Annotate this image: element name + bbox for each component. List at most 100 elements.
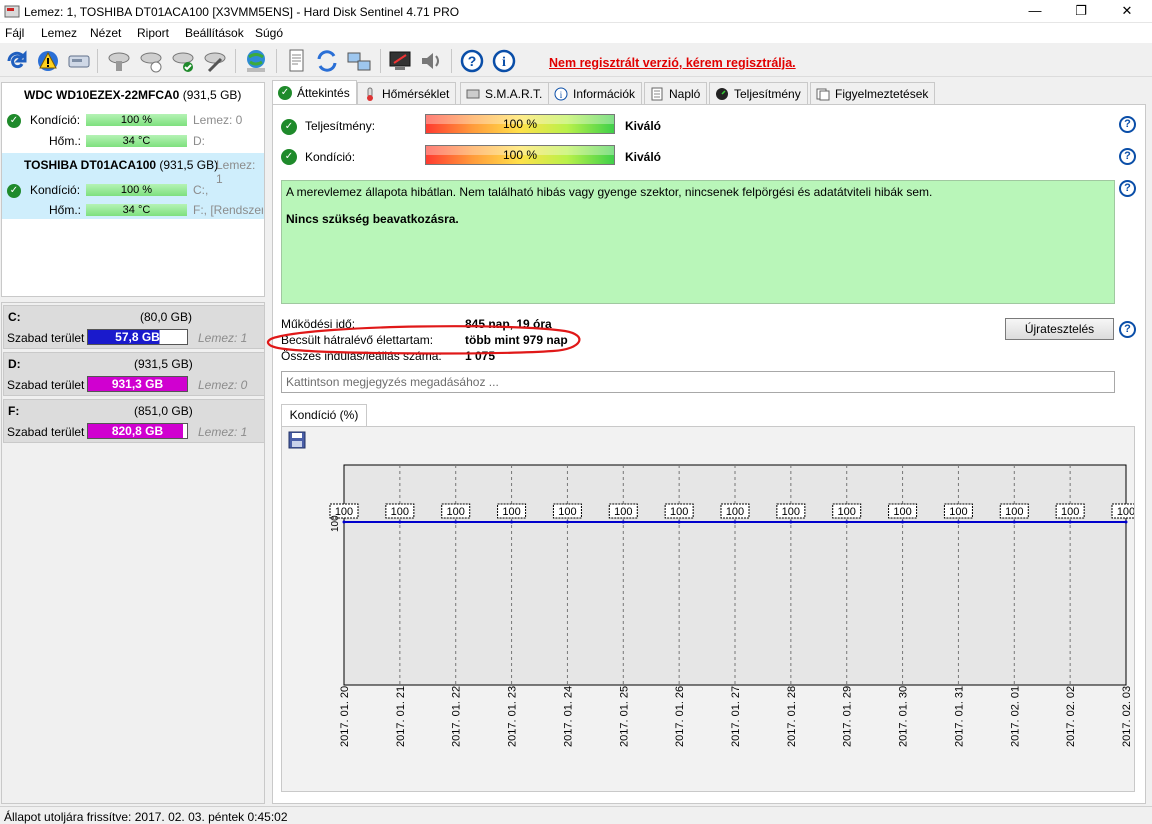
status-text: Állapot utoljára frissítve: 2017. 02. 03…: [4, 810, 288, 824]
tab-label: Napló: [669, 87, 701, 101]
help-icon[interactable]: ?: [458, 47, 486, 75]
disk-ref: Lemez: 1: [216, 158, 256, 186]
menu-view[interactable]: Nézet: [90, 26, 121, 40]
data-label: 100: [949, 506, 967, 518]
volume-c[interactable]: C: (80,0 GB) Szabad terület 57,8 GB Leme…: [3, 305, 265, 349]
menu-bar: Fájl Lemez Nézet Riport Beállítások Súgó: [0, 23, 1152, 43]
register-link[interactable]: Nem regisztrált verzió, kérem regisztrál…: [549, 56, 796, 70]
window-title: Lemez: 1, TOSHIBA DT01ACA100 [X3VMM5ENS]…: [24, 5, 460, 19]
performance-label: Teljesítmény:: [305, 119, 376, 133]
data-label: 100: [558, 506, 576, 518]
tab-log[interactable]: Napló: [644, 82, 708, 104]
help-icon[interactable]: ?: [1119, 321, 1136, 338]
info-icon[interactable]: i: [490, 47, 518, 75]
disk-tools-icon[interactable]: [201, 47, 229, 75]
x-tick-label: 2017. 02. 02: [1065, 686, 1077, 747]
tab-smart[interactable]: S.M.A.R.T.: [460, 82, 550, 104]
condition-bar: 100 %: [425, 145, 615, 165]
disk-name: WDC WD10EZEX-22MFCA0 (931,5 GB): [24, 88, 241, 102]
close-button[interactable]: ✕: [1104, 0, 1150, 23]
condition-chart: 2017. 01. 20 2017. 01. 21 2017. 01. 22 2017…: [329, 464, 1134, 747]
status-message-box: A merevlemez állapota hibátlan. Nem talá…: [281, 180, 1115, 304]
x-tick-label: 2017. 01. 26: [674, 686, 686, 747]
free-space-bar: 820,8 GB: [87, 423, 188, 439]
smart-icon: [466, 89, 480, 99]
sync-icon[interactable]: [313, 47, 341, 75]
disk-entry-wdc[interactable]: WDC WD10EZEX-22MFCA0 (931,5 GB) ✓ Kondíc…: [2, 83, 264, 151]
disk-test-icon[interactable]: [105, 47, 133, 75]
disk-check-icon[interactable]: [137, 47, 165, 75]
tab-temperature[interactable]: Hőmérséklet: [357, 82, 457, 104]
tab-overview[interactable]: ✓ Áttekintés: [272, 80, 357, 104]
info-icon: i: [554, 87, 568, 101]
tab-performance[interactable]: Teljesítmény: [709, 82, 808, 104]
tab-label: Hőmérséklet: [382, 87, 450, 101]
tab-information[interactable]: i Információk: [548, 82, 643, 104]
tab-label: S.M.A.R.T.: [485, 87, 543, 101]
chart-tab[interactable]: Kondíció (%): [281, 404, 367, 426]
alerts-icon: [816, 88, 830, 101]
performance-bar: 100 %: [425, 114, 615, 134]
disk-drive-icon[interactable]: [65, 47, 93, 75]
help-icon[interactable]: ?: [1119, 116, 1136, 133]
web-icon[interactable]: [242, 47, 270, 75]
volume-d[interactable]: D: (931,5 GB) Szabad terület 931,3 GB Le…: [3, 352, 265, 396]
thermometer-icon: [367, 87, 373, 101]
monitor-icon[interactable]: [386, 47, 414, 75]
free-space-value: 931,3 GB: [111, 377, 164, 391]
data-label: 100: [614, 506, 632, 518]
x-tick-label: 2017. 01. 23: [507, 686, 519, 747]
menu-settings[interactable]: Beállítások: [185, 26, 244, 40]
x-tick-label: 2017. 01. 29: [842, 686, 854, 747]
gauge-icon: [716, 88, 728, 100]
minimize-button[interactable]: —: [1012, 0, 1058, 23]
x-tick-label: 2017. 01. 28: [786, 686, 798, 747]
retest-button[interactable]: Újratesztelés: [1005, 318, 1114, 340]
ok-check-icon: ✓: [281, 149, 297, 165]
volume-f[interactable]: F: (851,0 GB) Szabad terület 820,8 GB Le…: [3, 399, 265, 443]
x-tick-label: 2017. 01. 22: [451, 686, 463, 747]
data-label: 100: [726, 506, 744, 518]
data-point: [510, 520, 514, 524]
condition-rating: Kiváló: [625, 150, 662, 164]
volume-letter: C:: [8, 310, 21, 324]
warning-refresh-icon[interactable]: [34, 47, 62, 75]
network-icon[interactable]: [345, 47, 373, 75]
menu-file[interactable]: Fájl: [5, 26, 24, 40]
volume-letter: D:: [8, 357, 21, 371]
note-input[interactable]: Kattintson megjegyzés megadásához ...: [281, 371, 1115, 393]
toolbar: ? i Nem regisztrált verzió, kérem regisz…: [0, 44, 1152, 77]
report-icon[interactable]: [282, 47, 310, 75]
free-space-label: Szabad terület: [7, 425, 85, 439]
svg-text:?: ?: [468, 53, 477, 69]
volume-list: C: (80,0 GB) Szabad terület 57,8 GB Leme…: [1, 302, 265, 804]
tab-alerts[interactable]: Figyelmeztetések: [810, 82, 936, 104]
data-point: [398, 520, 402, 524]
maximize-button[interactable]: ❐: [1058, 0, 1104, 23]
x-tick-label: 2017. 01. 24: [562, 686, 574, 747]
ok-check-icon: ✓: [7, 114, 21, 128]
data-point: [342, 520, 346, 524]
temp-bar: 34 °C: [86, 204, 187, 216]
data-point: [1012, 520, 1016, 524]
disk-ok-icon[interactable]: [169, 47, 197, 75]
disk-size: (931,5 GB): [159, 158, 219, 172]
chart-area: 2017. 01. 20 2017. 01. 21 2017. 01. 22 2017…: [281, 426, 1135, 792]
menu-help[interactable]: Súgó: [255, 26, 283, 40]
x-tick-label: 2017. 01. 31: [953, 686, 965, 747]
data-point: [733, 520, 737, 524]
disk-list: WDC WD10EZEX-22MFCA0 (931,5 GB) ✓ Kondíc…: [1, 82, 265, 297]
help-icon[interactable]: ?: [1119, 180, 1136, 197]
disk-entry-toshiba[interactable]: TOSHIBA DT01ACA100 (931,5 GB) Lemez: 1 ✓…: [2, 153, 264, 219]
free-space-bar: 931,3 GB: [87, 376, 188, 392]
menu-disk[interactable]: Lemez: [41, 26, 77, 40]
sound-icon[interactable]: [417, 47, 445, 75]
drive-letters: F:, [Rendszer: [193, 203, 263, 217]
data-point: [1068, 520, 1072, 524]
log-icon: [651, 87, 663, 101]
tab-label: Teljesítmény: [734, 87, 801, 101]
help-icon[interactable]: ?: [1119, 148, 1136, 165]
refresh-icon[interactable]: [3, 47, 31, 75]
menu-report[interactable]: Riport: [137, 26, 169, 40]
data-label: 100: [447, 506, 465, 518]
